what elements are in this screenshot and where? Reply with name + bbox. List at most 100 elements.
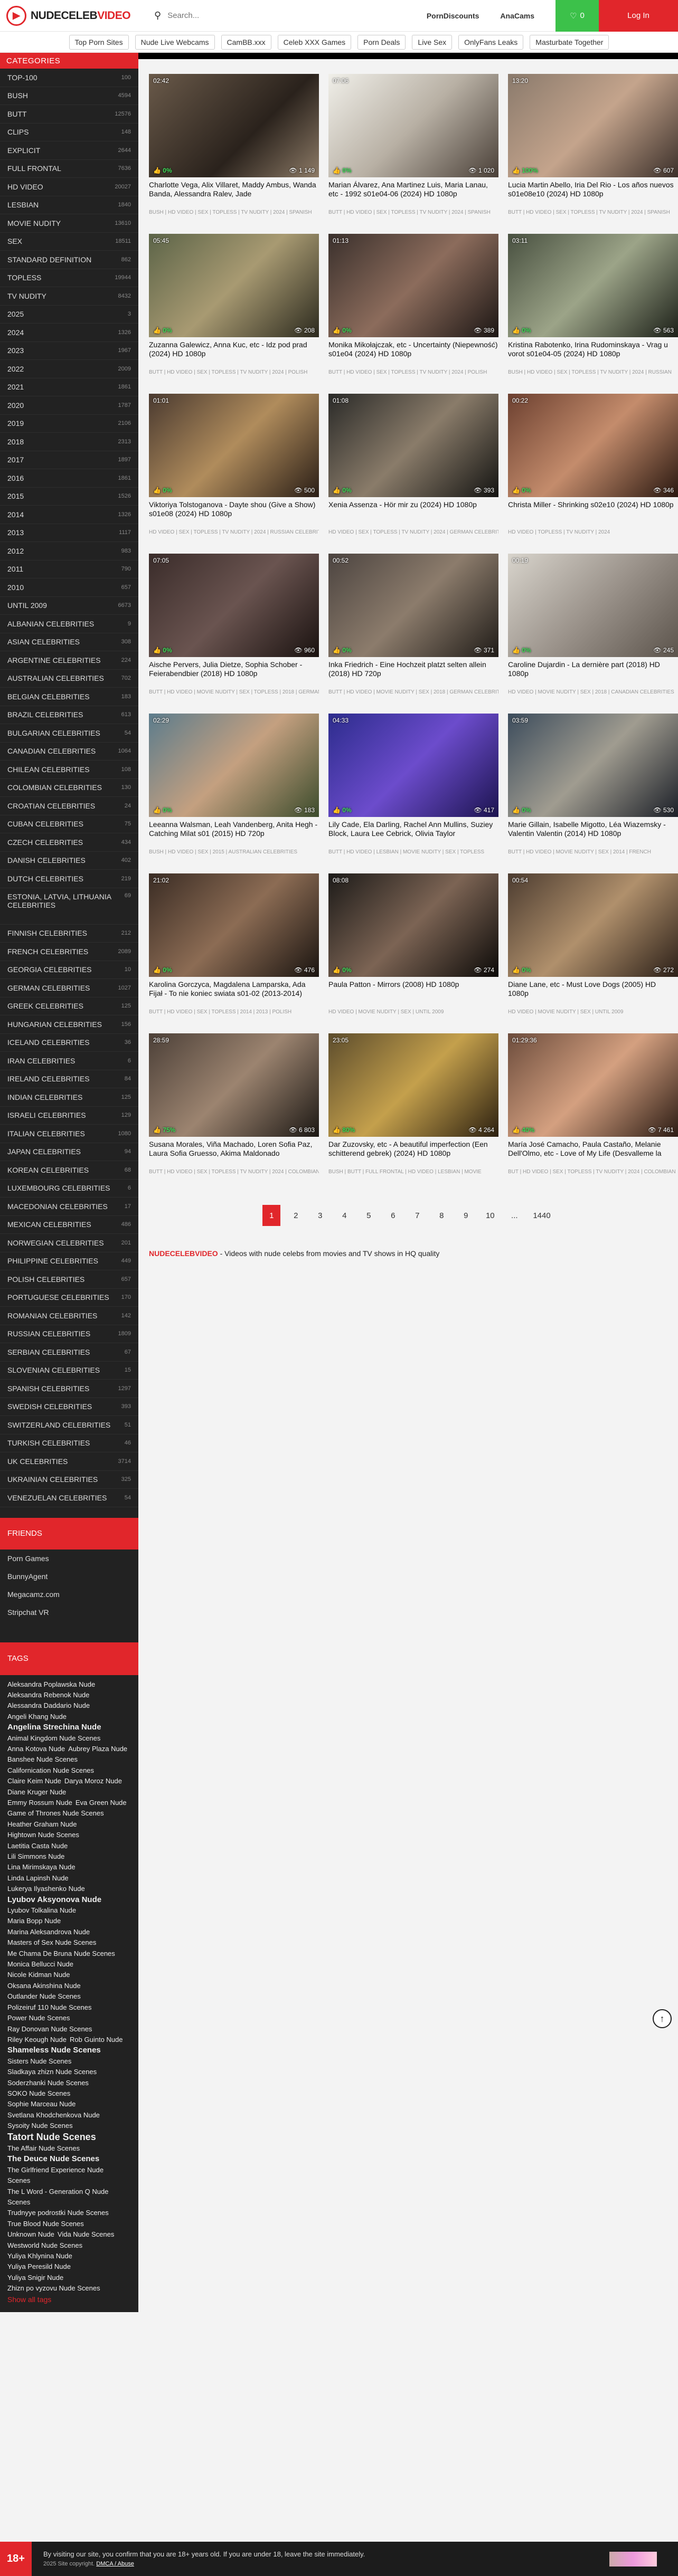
tag-link[interactable]: Marina Aleksandrova Nude: [7, 1927, 90, 1937]
category-item[interactable]: VENEZUELAN CELEBRITIES 54: [0, 1489, 138, 1507]
category-item[interactable]: EXPLICIT 2644: [0, 141, 138, 160]
friend-link[interactable]: BunnyAgent: [0, 1567, 138, 1585]
video-card[interactable]: 01:29:36 👍 40% 👁 7 461 María José Camacho, …: [508, 1033, 678, 1181]
tag-link[interactable]: Vida Nude Scenes: [58, 2229, 114, 2240]
video-tags[interactable]: BUSH | HD VIDEO | SEX | 2015 | AUSTRALIA…: [149, 849, 319, 855]
topnav-item[interactable]: Live Sex: [412, 34, 453, 50]
category-item[interactable]: 2023 1967: [0, 342, 138, 360]
category-item[interactable]: AUSTRALIAN CELEBRITIES 702: [0, 670, 138, 688]
video-thumbnail[interactable]: 05:45 👍 0% 👁 208: [149, 234, 319, 337]
category-item[interactable]: LESBIAN 1840: [0, 196, 138, 214]
video-thumbnail[interactable]: 07:06 👍 0% 👁 1 020: [328, 74, 498, 177]
category-item[interactable]: JAPAN CELEBRITIES 94: [0, 1143, 138, 1161]
video-title[interactable]: Paula Patton - Mirrors (2008) HD 1080p: [328, 980, 498, 1007]
category-item[interactable]: 2012 983: [0, 542, 138, 560]
video-tags[interactable]: BUTT | HD VIDEO | LESBIAN | MOVIE NUDITY…: [328, 849, 498, 855]
topnav-item[interactable]: OnlyFans Leaks: [458, 34, 524, 50]
video-title[interactable]: Monika Mikołajczak, etc - Uncertainty (N…: [328, 340, 498, 367]
tag-link[interactable]: Lyubov Aksyonova Nude: [7, 1895, 101, 1905]
video-card[interactable]: 02:29 👍 0% 👁 183 Leeanna Walsman, Leah Vand…: [149, 714, 319, 861]
footer-brand[interactable]: NUDECELEBVIDEO: [149, 1249, 218, 1258]
tag-link[interactable]: Rob Guinto Nude: [70, 2035, 123, 2045]
search-input[interactable]: [167, 11, 379, 20]
category-item[interactable]: GREEK CELEBRITIES 125: [0, 997, 138, 1015]
tag-link[interactable]: Shameless Nude Scenes: [7, 2045, 101, 2056]
tag-link[interactable]: Tatort Nude Scenes: [7, 2132, 96, 2142]
video-card[interactable]: 07:05 👍 0% 👁 960 Aische Pervers, Julia Diet…: [149, 554, 319, 701]
video-thumbnail[interactable]: 01:13 👍 0% 👁 389: [328, 234, 498, 337]
video-card[interactable]: 28:59 👍 75% 👁 6 803 Susana Morales, Viña Ma…: [149, 1033, 319, 1181]
category-item[interactable]: HD VIDEO 20027: [0, 178, 138, 196]
video-thumbnail[interactable]: 02:29 👍 0% 👁 183: [149, 714, 319, 817]
header-link[interactable]: PornDiscounts: [427, 12, 479, 20]
tag-link[interactable]: Outlander Nude Scenes: [7, 1991, 81, 2002]
page-button[interactable]: 8: [432, 1205, 450, 1226]
video-card[interactable]: 03:59 👍 0% 👁 530 Marie Gillain, Isabelle Mi…: [508, 714, 678, 861]
video-tags[interactable]: HD VIDEO | TOPLESS | TV NUDITY | 2024: [508, 529, 678, 535]
favorites-button[interactable]: ♡ 0: [555, 0, 599, 32]
topnav-item[interactable]: Top Porn Sites: [69, 34, 129, 50]
tag-link[interactable]: Monica Bellucci Nude: [7, 1959, 73, 1970]
video-card[interactable]: 02:42 👍 0% 👁 1 149 Charlotte Vega, Alix Vil…: [149, 74, 319, 222]
category-item[interactable]: ARGENTINE CELEBRITIES 224: [0, 651, 138, 670]
category-item[interactable]: ASIAN CELEBRITIES 308: [0, 633, 138, 651]
category-item[interactable]: GERMAN CELEBRITIES 1027: [0, 979, 138, 997]
tag-link[interactable]: Game of Thrones Nude Scenes: [7, 1808, 104, 1819]
tag-link[interactable]: Animal Kingdom Nude Scenes: [7, 1733, 100, 1744]
category-item[interactable]: MACEDONIAN CELEBRITIES 17: [0, 1197, 138, 1216]
category-item[interactable]: GEORGIA CELEBRITIES 10: [0, 961, 138, 979]
category-item[interactable]: 2018 2313: [0, 433, 138, 451]
tag-link[interactable]: SOKO Nude Scenes: [7, 2088, 70, 2099]
video-title[interactable]: Xenia Assenza - Hör mir zu (2024) HD 108…: [328, 500, 498, 527]
video-card[interactable]: 01:08 👍 0% 👁 393 Xenia Assenza - Hör mir zu…: [328, 394, 498, 541]
tag-link[interactable]: Sysoity Nude Scenes: [7, 2121, 73, 2131]
category-item[interactable]: 2022 2009: [0, 360, 138, 378]
category-item[interactable]: LUXEMBOURG CELEBRITIES 6: [0, 1180, 138, 1197]
category-item[interactable]: CZECH CELEBRITIES 434: [0, 833, 138, 852]
friend-link[interactable]: Porn Games: [0, 1550, 138, 1567]
tag-link[interactable]: The Girlfriend Experience Nude Scenes: [7, 2165, 128, 2187]
topnav-item[interactable]: CamBB.xxx: [221, 34, 271, 50]
tag-link[interactable]: Polizeiruf 110 Nude Scenes: [7, 2002, 91, 2013]
video-thumbnail[interactable]: 01:01 👍 0% 👁 500: [149, 394, 319, 497]
topnav-item[interactable]: Masturbate Together: [530, 34, 609, 50]
tag-link[interactable]: The L Word - Generation Q Nude Scenes: [7, 2187, 128, 2208]
category-item[interactable]: POLISH CELEBRITIES 657: [0, 1270, 138, 1289]
tag-link[interactable]: Angelina Strechina Nude: [7, 1722, 101, 1733]
show-all-tags-link[interactable]: Show all tags: [7, 2294, 131, 2305]
video-title[interactable]: Lucia Martin Abello, Iria Del Rio - Los …: [508, 180, 678, 207]
page-button[interactable]: 10: [481, 1205, 499, 1226]
category-item[interactable]: 2010 657: [0, 578, 138, 597]
video-tags[interactable]: BUTT | HD VIDEO | SEX | TOPLESS | 2014 |…: [149, 1009, 319, 1015]
friend-link[interactable]: Megacamz.com: [0, 1585, 138, 1603]
video-card[interactable]: 00:19 👍 0% 👁 245 Caroline Dujardin - La der…: [508, 554, 678, 701]
tag-link[interactable]: Unknown Nude: [7, 2229, 54, 2240]
tag-link[interactable]: Aleksandra Rebenok Nude: [7, 1690, 89, 1700]
tag-link[interactable]: Laetitia Casta Nude: [7, 1841, 68, 1851]
page-button[interactable]: 5: [360, 1205, 378, 1226]
video-title[interactable]: Caroline Dujardin - La dernière part (20…: [508, 660, 678, 687]
header-link[interactable]: AnaCams: [500, 12, 534, 20]
video-title[interactable]: Leeanna Walsman, Leah Vandenberg, Anita …: [149, 820, 319, 847]
video-card[interactable]: 23:05 👍 80% 👁 4 264 Dar Zuzovsky, etc - A b…: [328, 1033, 498, 1181]
tag-link[interactable]: Eva Green Nude: [76, 1798, 127, 1808]
tag-link[interactable]: Westworld Nude Scenes: [7, 2240, 82, 2251]
video-tags[interactable]: BUTT | HD VIDEO | SEX | TOPLESS | TV NUD…: [328, 210, 498, 215]
category-item[interactable]: 2016 1861: [0, 469, 138, 488]
tag-link[interactable]: Angeli Khang Nude: [7, 1712, 67, 1722]
video-thumbnail[interactable]: 13:20 👍 100% 👁 607: [508, 74, 678, 177]
video-thumbnail[interactable]: 23:05 👍 80% 👁 4 264: [328, 1033, 498, 1137]
category-item[interactable]: PHILIPPINE CELEBRITIES 449: [0, 1252, 138, 1270]
video-thumbnail[interactable]: 00:19 👍 0% 👁 245: [508, 554, 678, 657]
tag-link[interactable]: Californication Nude Scenes: [7, 1765, 94, 1776]
category-item[interactable]: FULL FRONTAL 7636: [0, 160, 138, 178]
video-thumbnail[interactable]: 00:54 👍 0% 👁 272: [508, 873, 678, 977]
page-button[interactable]: 7: [408, 1205, 426, 1226]
video-card[interactable]: 07:06 👍 0% 👁 1 020 Marian Álvarez, Ana Mart…: [328, 74, 498, 222]
category-item[interactable]: HUNGARIAN CELEBRITIES 156: [0, 1015, 138, 1034]
video-thumbnail[interactable]: 08:08 👍 0% 👁 274: [328, 873, 498, 977]
category-item[interactable]: UKRAINIAN CELEBRITIES 325: [0, 1471, 138, 1489]
video-thumbnail[interactable]: 00:52 👍 0% 👁 371: [328, 554, 498, 657]
video-tags[interactable]: BUTT | HD VIDEO | MOVIE NUDITY | SEX | 2…: [328, 689, 498, 695]
video-thumbnail[interactable]: 03:11 👍 0% 👁 563: [508, 234, 678, 337]
